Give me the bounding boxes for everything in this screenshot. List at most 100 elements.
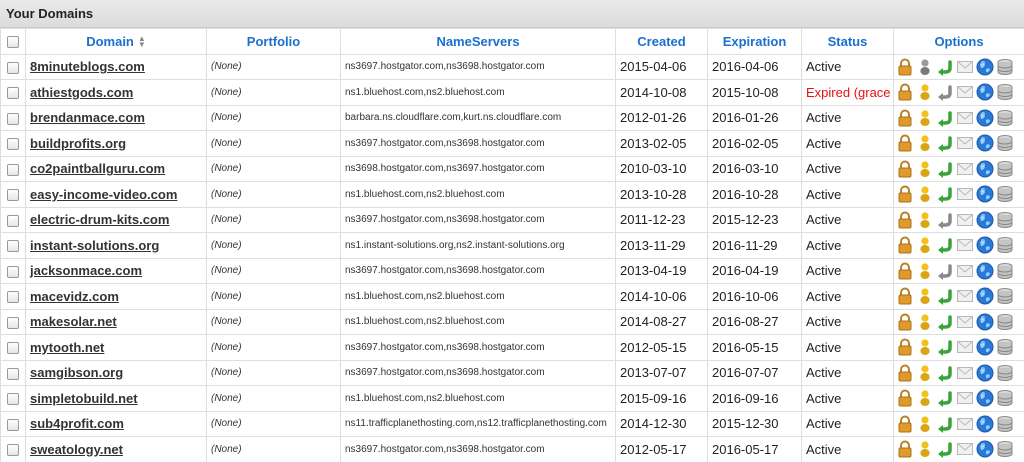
database-icon[interactable] [996,185,1014,203]
column-header-domain-label[interactable]: Domain [86,34,134,49]
email-icon[interactable] [956,440,974,458]
database-icon[interactable] [996,389,1014,407]
row-checkbox[interactable] [7,316,19,329]
globe-icon[interactable] [976,83,994,101]
domain-link[interactable]: jacksonmace.com [30,263,142,278]
person-icon[interactable] [916,58,934,76]
email-icon[interactable] [956,185,974,203]
globe-icon[interactable] [976,338,994,356]
database-icon[interactable] [996,58,1014,76]
email-icon[interactable] [956,134,974,152]
renew-arrow-icon[interactable] [936,160,954,178]
domain-link[interactable]: brendanmace.com [30,110,145,125]
lock-icon[interactable] [896,83,914,101]
email-icon[interactable] [956,415,974,433]
domain-link[interactable]: mytooth.net [30,340,104,355]
lock-icon[interactable] [896,134,914,152]
database-icon[interactable] [996,287,1014,305]
email-icon[interactable] [956,364,974,382]
database-icon[interactable] [996,313,1014,331]
lock-icon[interactable] [896,389,914,407]
domain-link[interactable]: samgibson.org [30,365,123,380]
email-icon[interactable] [956,287,974,305]
domain-link[interactable]: easy-income-video.com [30,187,177,202]
person-icon[interactable] [916,313,934,331]
globe-icon[interactable] [976,211,994,229]
email-icon[interactable] [956,109,974,127]
globe-icon[interactable] [976,389,994,407]
domain-link[interactable]: co2paintballguru.com [30,161,165,176]
email-icon[interactable] [956,389,974,407]
renew-arrow-icon[interactable] [936,236,954,255]
sort-arrows-icon[interactable]: ▲ ▼ [138,35,146,49]
lock-icon[interactable] [896,415,914,433]
column-header-domain[interactable]: Domain ▲ ▼ [25,28,207,55]
person-icon[interactable] [916,389,934,407]
database-icon[interactable] [996,134,1014,152]
lock-icon[interactable] [896,338,914,356]
email-icon[interactable] [956,262,974,280]
column-header-portfolio[interactable]: Portfolio [206,28,341,55]
domain-link[interactable]: instant-solutions.org [30,238,159,253]
domain-link[interactable]: athiestgods.com [30,85,133,100]
database-icon[interactable] [996,364,1014,382]
row-checkbox[interactable] [7,240,19,253]
person-icon[interactable] [916,262,934,280]
person-icon[interactable] [916,160,934,178]
database-icon[interactable] [996,415,1014,433]
email-icon[interactable] [956,313,974,331]
database-icon[interactable] [996,338,1014,356]
row-checkbox[interactable] [7,112,19,125]
select-all-checkbox-cell[interactable] [0,28,26,55]
row-checkbox-cell[interactable] [0,359,26,386]
domain-link[interactable]: simpletobuild.net [30,391,138,406]
column-header-expiration[interactable]: Expiration [707,28,802,55]
row-checkbox-cell[interactable] [0,257,26,284]
renew-arrow-icon[interactable] [936,389,954,408]
globe-icon[interactable] [976,313,994,331]
row-checkbox-cell[interactable] [0,206,26,233]
lock-icon[interactable] [896,160,914,178]
row-checkbox[interactable] [7,367,19,380]
row-checkbox-cell[interactable] [0,334,26,361]
renew-arrow-icon[interactable] [936,338,954,357]
row-checkbox-cell[interactable] [0,436,26,462]
column-header-created[interactable]: Created [615,28,708,55]
globe-icon[interactable] [976,109,994,127]
globe-icon[interactable] [976,134,994,152]
renew-arrow-icon[interactable] [936,313,954,331]
renew-arrow-icon[interactable] [936,185,954,204]
row-checkbox[interactable] [7,418,19,431]
domain-link[interactable]: 8minuteblogs.com [30,59,145,74]
row-checkbox-cell[interactable] [0,410,26,437]
domain-link[interactable]: sub4profit.com [30,416,124,431]
row-checkbox-cell[interactable] [0,283,26,310]
column-header-status[interactable]: Status [801,28,894,55]
renew-arrow-icon[interactable] [936,440,954,459]
row-checkbox-cell[interactable] [0,130,26,157]
email-icon[interactable] [956,58,974,76]
renew-arrow-icon[interactable] [936,287,954,306]
row-checkbox[interactable] [7,214,19,227]
lock-icon[interactable] [896,211,914,229]
globe-icon[interactable] [976,236,994,254]
email-icon[interactable] [956,83,974,101]
domain-link[interactable]: makesolar.net [30,314,117,329]
globe-icon[interactable] [976,160,994,178]
renew-arrow-icon[interactable] [936,211,954,229]
row-checkbox[interactable] [7,138,19,151]
row-checkbox[interactable] [7,61,19,74]
renew-arrow-icon[interactable] [936,415,954,433]
lock-icon[interactable] [896,287,914,305]
renew-arrow-icon[interactable] [936,83,954,102]
domain-link[interactable]: sweatology.net [30,442,123,457]
row-checkbox-cell[interactable] [0,385,26,412]
person-icon[interactable] [916,287,934,305]
lock-icon[interactable] [896,364,914,382]
row-checkbox-cell[interactable] [0,155,26,182]
globe-icon[interactable] [976,440,994,458]
email-icon[interactable] [956,211,974,229]
row-checkbox[interactable] [7,444,19,457]
globe-icon[interactable] [976,287,994,305]
domain-link[interactable]: electric-drum-kits.com [30,212,169,227]
